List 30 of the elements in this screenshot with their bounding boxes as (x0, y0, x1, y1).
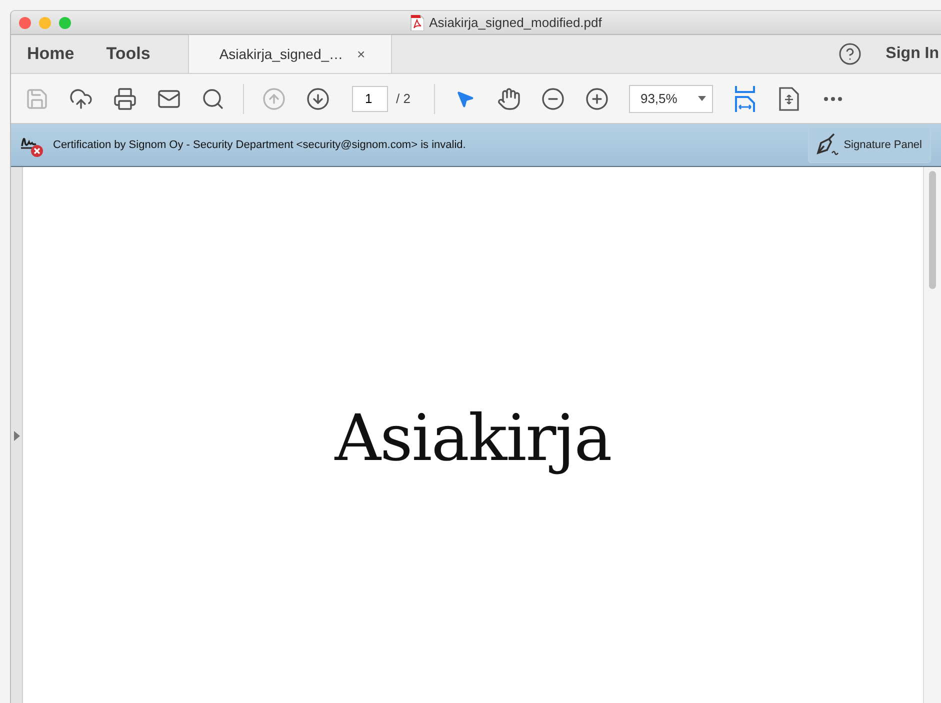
document-heading: Asiakirja (334, 402, 612, 478)
sign-in-button[interactable]: Sign In (872, 35, 941, 73)
printer-icon (113, 86, 137, 110)
document-tab-title: Asiakirja_signed_… (219, 46, 344, 62)
window-title: Asiakirja_signed_modified.pdf (429, 15, 602, 30)
pointer-icon (455, 88, 476, 108)
nav-tab[interactable]: Tools (90, 35, 166, 73)
page-number-field[interactable]: 1 (352, 86, 388, 112)
signature-panel-button[interactable]: Signature Panel (808, 127, 931, 163)
plus-icon (585, 86, 610, 110)
save-icon (25, 86, 49, 110)
dropdown-caret-icon (698, 96, 706, 101)
close-tab-button[interactable]: × (357, 46, 366, 62)
fit-page-icon (779, 86, 800, 110)
expand-arrow-icon[interactable] (14, 430, 20, 440)
page-count: / 2 (396, 91, 410, 106)
hand-icon (497, 86, 522, 110)
minus-icon (541, 86, 566, 110)
pdf-file-icon (410, 14, 424, 30)
scrollbar-thumb[interactable] (929, 171, 936, 289)
signature-message: Certification by Signom Oy - Security Department <security@signom.com> is invalid. (53, 139, 466, 151)
pen-icon (814, 133, 841, 157)
help-icon (838, 42, 862, 66)
document-tab[interactable]: Asiakirja_signed_… × (188, 35, 392, 73)
search-icon (201, 86, 225, 110)
zoom-dropdown[interactable]: 93,5% (629, 84, 714, 112)
fit-width-icon (734, 84, 756, 112)
cloud-upload-icon (69, 86, 93, 110)
more-icon (824, 96, 842, 100)
nav-tab[interactable]: Home (11, 35, 90, 73)
